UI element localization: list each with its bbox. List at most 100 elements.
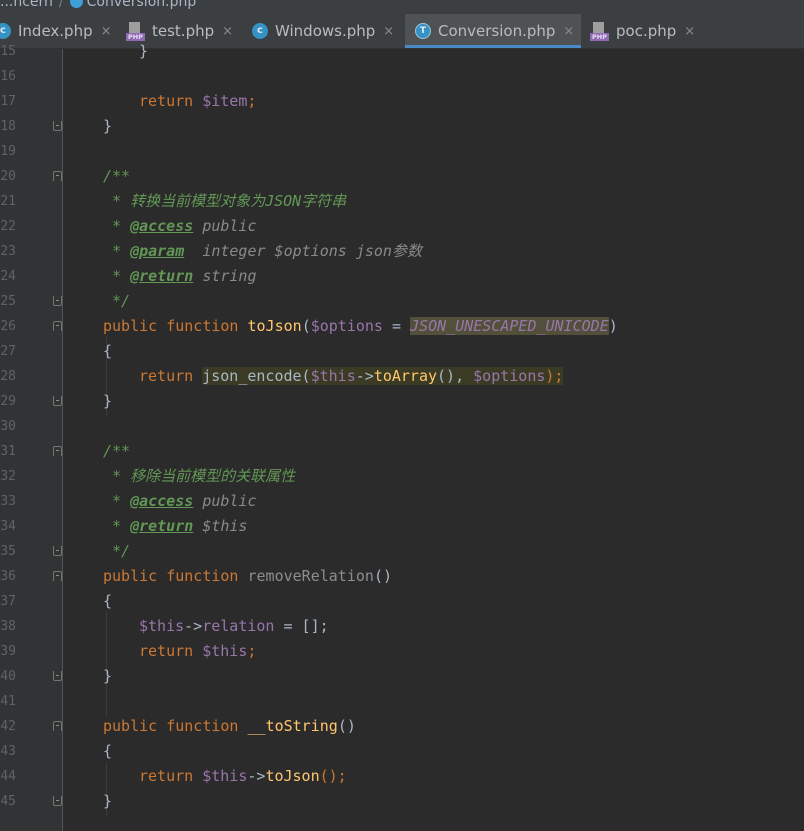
- code-line: 43 {: [0, 739, 804, 764]
- doc-comment: */: [112, 542, 131, 560]
- tab-label: Conversion.php: [438, 22, 556, 40]
- fold-close-icon[interactable]: [53, 671, 62, 681]
- line-number: 16: [0, 69, 16, 84]
- line-number: 28: [0, 369, 16, 384]
- fold-open-icon[interactable]: [53, 171, 62, 181]
- code-line: 21 * 转换当前模型对象为JSON字符串: [0, 189, 804, 214]
- doc-comment: *: [112, 217, 122, 235]
- code-line: 44 return $this->toJson();: [0, 764, 804, 789]
- php-file-icon: PHP: [590, 21, 609, 41]
- close-icon[interactable]: ×: [383, 24, 394, 39]
- variable: $this: [310, 367, 356, 385]
- operator: =: [382, 317, 411, 335]
- code-line: 20 /**: [0, 164, 804, 189]
- code-line: 22 * @access public: [0, 214, 804, 239]
- operator: ->: [355, 367, 374, 385]
- code-line: 25 */: [0, 289, 804, 314]
- breadcrumb-separator: /: [58, 0, 64, 10]
- function-call: json_encode(: [202, 367, 311, 385]
- doc-comment: *: [112, 267, 122, 285]
- variable: $this: [139, 617, 185, 635]
- line-number: 21: [0, 194, 16, 209]
- code-text: {: [103, 742, 113, 760]
- code-line: 40 }: [0, 664, 804, 689]
- code-editor[interactable]: 15 } 16 17 return $item; 18 } 19 20 /** …: [0, 42, 804, 831]
- function-name: toJson: [247, 317, 302, 335]
- line-number: 19: [0, 144, 16, 159]
- code-line: 16: [0, 64, 804, 89]
- fold-close-icon[interactable]: [53, 296, 62, 306]
- doc-tag: @access: [130, 217, 194, 235]
- line-number: 18: [0, 119, 16, 134]
- line-number: 30: [0, 419, 16, 434]
- code-line: 32 * 移除当前模型的关联属性: [0, 464, 804, 489]
- line-number: 35: [0, 544, 16, 559]
- doc-tag-value: public: [202, 492, 257, 510]
- breadcrumb-item-folder[interactable]: ...ncern: [0, 0, 53, 10]
- line-number: 20: [0, 169, 16, 184]
- code-line: 35 */: [0, 539, 804, 564]
- line-number: 31: [0, 444, 16, 459]
- close-icon[interactable]: ×: [222, 24, 233, 39]
- code-text: {: [103, 592, 113, 610]
- code-text: }: [139, 42, 149, 60]
- keyword: public: [103, 567, 158, 585]
- keyword: function: [166, 567, 239, 585]
- code-line: 23 * @param integer $options json参数: [0, 239, 804, 264]
- trait-icon: T: [415, 23, 431, 39]
- keyword: function: [166, 717, 239, 735]
- tab-label: test.php: [152, 22, 215, 40]
- code-line: 42 public function __toString(): [0, 714, 804, 739]
- line-number: 37: [0, 594, 16, 609]
- fold-close-icon[interactable]: [53, 121, 62, 131]
- punctuation: (): [373, 567, 392, 585]
- fold-close-icon[interactable]: [53, 796, 62, 806]
- code-line: 41: [0, 689, 804, 714]
- line-number: 43: [0, 744, 16, 759]
- keyword: function: [166, 317, 239, 335]
- operator: ->: [184, 617, 203, 635]
- fold-open-icon[interactable]: [53, 321, 62, 331]
- line-number: 44: [0, 769, 16, 784]
- keyword: public: [103, 317, 158, 335]
- code-line: 15 }: [0, 39, 804, 64]
- keyword: return: [139, 367, 194, 385]
- keyword: return: [139, 767, 194, 785]
- keyword: return: [139, 92, 194, 110]
- breadcrumb: ...ncern / Conversion.php: [0, 0, 804, 14]
- breadcrumb-item-file[interactable]: Conversion.php: [87, 0, 197, 10]
- doc-tag: @access: [130, 492, 194, 510]
- punctuation: ();: [319, 767, 347, 785]
- line-number: 32: [0, 469, 16, 484]
- doc-tag: @param: [130, 242, 185, 260]
- doc-tag-value: $this: [202, 517, 248, 535]
- fold-close-icon[interactable]: [53, 546, 62, 556]
- line-number: 15: [0, 44, 16, 59]
- class-icon: c: [252, 23, 268, 39]
- fold-close-icon[interactable]: [53, 396, 62, 406]
- code-line: 28 return json_encode($this->toArray(), …: [0, 364, 804, 389]
- line-number: 24: [0, 269, 16, 284]
- close-icon[interactable]: ×: [101, 24, 112, 39]
- close-icon[interactable]: ×: [563, 24, 574, 39]
- code-text: = [];: [274, 617, 329, 635]
- fold-open-icon[interactable]: [53, 446, 62, 456]
- code-line: 24 * @return string: [0, 264, 804, 289]
- tab-label: poc.php: [616, 22, 677, 40]
- doc-tag-value: public: [202, 217, 257, 235]
- fold-open-icon[interactable]: [53, 721, 62, 731]
- code-line: 39 return $this;: [0, 639, 804, 664]
- code-text: }: [103, 667, 113, 685]
- doc-comment-text: 转换当前模型对象为JSON字符串: [130, 192, 347, 210]
- line-number: 33: [0, 494, 16, 509]
- doc-comment: *: [112, 492, 122, 510]
- doc-comment: *: [112, 192, 122, 210]
- close-icon[interactable]: ×: [684, 24, 695, 39]
- line-number: 34: [0, 519, 16, 534]
- doc-tag: @return: [130, 517, 194, 535]
- doc-comment: */: [112, 292, 131, 310]
- tab-label: Index.php: [18, 22, 93, 40]
- punctuation: (: [301, 317, 311, 335]
- code-line: 38 $this->relation = [];: [0, 614, 804, 639]
- fold-open-icon[interactable]: [53, 571, 62, 581]
